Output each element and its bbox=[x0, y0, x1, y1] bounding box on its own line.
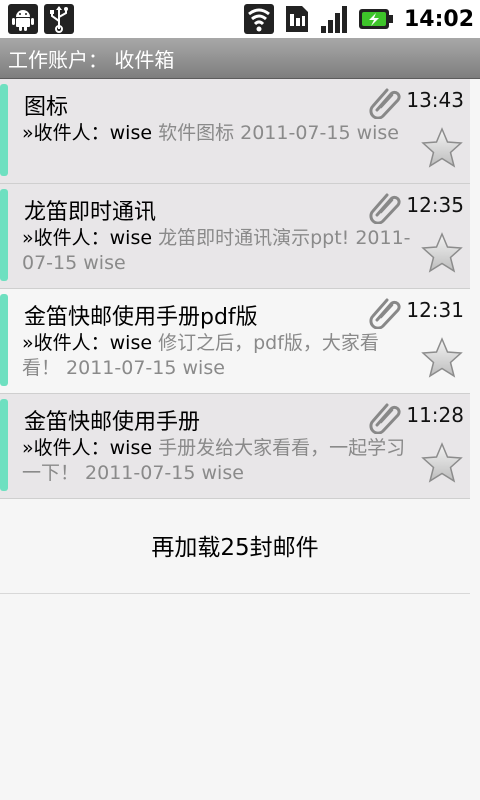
message-time: 12:31 bbox=[406, 298, 464, 322]
message-preview: »收件人：wise 软件图标 2011-07-15 wise bbox=[22, 121, 412, 146]
account-color-bar bbox=[0, 399, 8, 491]
account-color-bar bbox=[0, 189, 8, 281]
message-preview: »收件人：wise 修订之后，pdf版，大家看看！ 2011-07-15 wis… bbox=[22, 331, 412, 381]
list-item[interactable]: 金笛快邮使用手册 11:28 »收件人：wise 手册发给大家看看，一起学习一下… bbox=[0, 394, 470, 499]
attachment-icon bbox=[369, 193, 401, 224]
message-recipient: »收件人：wise bbox=[22, 437, 153, 459]
attachment-icon bbox=[369, 403, 401, 434]
sim-icon bbox=[285, 6, 308, 32]
battery-charging-icon bbox=[358, 9, 393, 29]
message-subject: 图标 bbox=[24, 95, 69, 120]
list-item[interactable]: 图标 13:43 »收件人：wise 软件图标 2011-07-15 wise bbox=[0, 79, 470, 184]
message-recipient: »收件人：wise bbox=[22, 332, 153, 354]
message-subject: 龙笛即时通讯 bbox=[24, 200, 157, 225]
list-item[interactable]: 龙笛即时通讯 12:35 »收件人：wise 龙笛即时通讯演示ppt! 2011… bbox=[0, 184, 470, 289]
star-icon[interactable] bbox=[420, 442, 464, 484]
account-color-bar bbox=[0, 84, 8, 176]
android-icon bbox=[8, 4, 38, 34]
star-icon[interactable] bbox=[420, 232, 464, 274]
load-more-label: 再加载25封邮件 bbox=[151, 535, 319, 561]
message-subject: 金笛快邮使用手册pdf版 bbox=[24, 305, 258, 330]
list-item[interactable]: 金笛快邮使用手册pdf版 12:31 »收件人：wise 修订之后，pdf版，大… bbox=[0, 289, 470, 394]
message-list: 图标 13:43 »收件人：wise 软件图标 2011-07-15 wise … bbox=[0, 79, 470, 499]
load-more-button[interactable]: 再加载25封邮件 bbox=[0, 497, 470, 594]
title-bar: 工作账户： 收件箱 bbox=[0, 38, 480, 79]
message-recipient: »收件人：wise bbox=[22, 227, 153, 249]
star-icon[interactable] bbox=[420, 337, 464, 379]
message-time: 11:28 bbox=[406, 403, 464, 427]
message-preview: »收件人：wise 手册发给大家看看，一起学习一下！ 2011-07-15 wi… bbox=[22, 436, 412, 486]
message-preview: »收件人：wise 龙笛即时通讯演示ppt! 2011-07-15 wise bbox=[22, 226, 412, 276]
account-color-bar bbox=[0, 294, 8, 386]
page-title: 工作账户： 收件箱 bbox=[8, 48, 175, 72]
wifi-icon bbox=[243, 4, 274, 34]
message-recipient: »收件人：wise bbox=[22, 122, 153, 144]
attachment-icon bbox=[369, 298, 401, 329]
status-bar: 14:02 bbox=[0, 0, 480, 38]
message-subject: 金笛快邮使用手册 bbox=[24, 410, 201, 435]
clock: 14:02 bbox=[403, 6, 474, 32]
message-snippet: 软件图标 2011-07-15 wise bbox=[152, 122, 399, 144]
attachment-icon bbox=[369, 88, 401, 119]
star-icon[interactable] bbox=[420, 127, 464, 169]
signal-icon bbox=[320, 6, 347, 33]
usb-icon bbox=[44, 4, 74, 34]
message-time: 12:35 bbox=[406, 193, 464, 217]
message-time: 13:43 bbox=[406, 88, 464, 112]
